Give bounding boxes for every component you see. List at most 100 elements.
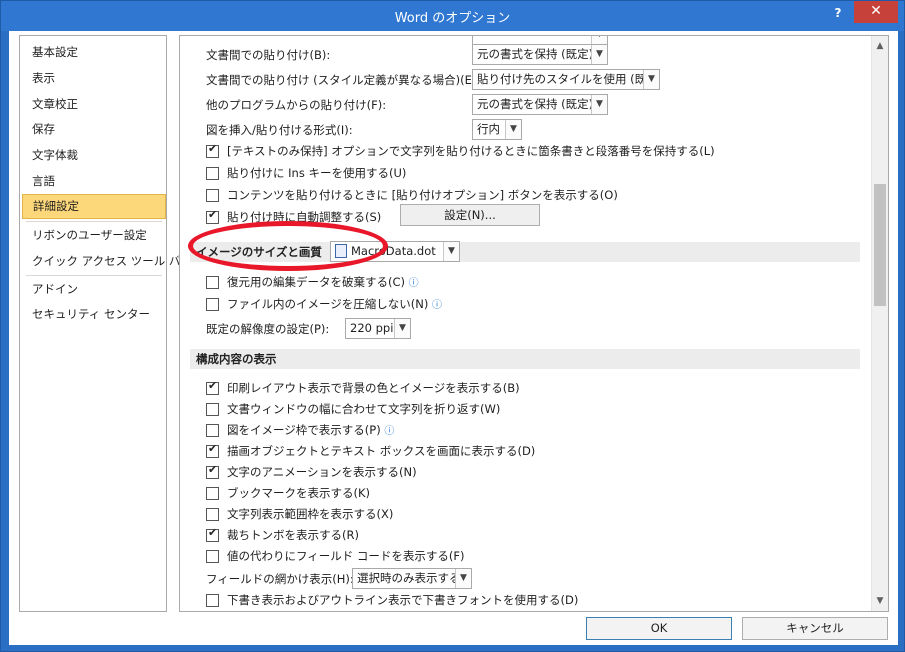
show-drawings-textboxes-checkbox[interactable]: [206, 442, 219, 458]
chevron-down-icon: ▼: [394, 319, 410, 338]
paste-style-conflict-label: 文書間での貼り付け (スタイル定義が異なる場合)(E):: [206, 73, 481, 87]
cancel-button[interactable]: キャンセル: [742, 617, 888, 640]
smart-cut-paste-label: 貼り付け時に自動調整する(S): [227, 210, 382, 224]
ok-button[interactable]: OK: [586, 617, 732, 640]
show-bookmarks-checkbox[interactable]: [206, 487, 219, 500]
show-paste-options-checkbox[interactable]: [206, 189, 219, 202]
picture-placeholders-label: 図をイメージ枠で表示する(P) ⓘ: [227, 420, 394, 440]
sidebar-item-display[interactable]: 表示: [22, 66, 166, 91]
sidebar-item-quick-access[interactable]: クイック アクセス ツール バー: [22, 249, 192, 274]
info-icon[interactable]: ⓘ: [409, 278, 419, 289]
sidebar-divider: [26, 221, 162, 222]
field-shading-select[interactable]: 選択時のみ表示する ▼: [352, 568, 472, 589]
select-value: 元の書式を保持 (既定): [477, 97, 594, 111]
show-crop-marks-label: 裁ちトンボを表示する(R): [227, 528, 359, 542]
paste-style-conflict-select[interactable]: 貼り付け先のスタイルを使用 (既定) ▼: [472, 69, 660, 90]
use-insert-key-label: 貼り付けに Ins キーを使用する(U): [227, 166, 407, 180]
chevron-down-icon: ▼: [505, 120, 521, 139]
sidebar-item-basic[interactable]: 基本設定: [22, 40, 166, 65]
sidebar-item-advanced[interactable]: 詳細設定: [22, 194, 166, 219]
section-title: 構成内容の表示: [196, 352, 277, 366]
show-text-animation-checkbox[interactable]: [206, 463, 219, 479]
close-icon: ✕: [870, 3, 882, 19]
use-draft-font-checkbox[interactable]: [206, 594, 219, 607]
sidebar-divider: [26, 275, 162, 276]
smart-paste-settings-button[interactable]: 設定(N)...: [400, 204, 540, 226]
sidebar-item-addins[interactable]: アドイン: [22, 277, 166, 302]
paste-other-programs-select[interactable]: 元の書式を保持 (既定) ▼: [472, 94, 608, 115]
scroll-down-icon[interactable]: ▼: [872, 593, 888, 609]
scroll-up-icon[interactable]: ▲: [872, 38, 888, 54]
paste-between-docs-label: 文書間での貼り付け(B):: [206, 48, 331, 62]
checkbox-text: 図をイメージ枠で表示する(P): [227, 423, 381, 437]
show-drawings-textboxes-label: 描画オブジェクトとテキスト ボックスを画面に表示する(D): [227, 444, 536, 458]
wrap-text-window-label: 文書ウィンドウの幅に合わせて文字列を折り返す(W): [227, 402, 501, 416]
keep-bullets-label: [テキストのみ保持] オプションで文字列を貼り付けるときに箇条書きと段落番号を保…: [227, 144, 715, 158]
picture-placeholders-checkbox[interactable]: [206, 424, 219, 437]
default-resolution-select[interactable]: 220 ppi ▼: [345, 318, 411, 339]
smart-cut-paste-checkbox[interactable]: [206, 208, 219, 224]
show-background-colors-checkbox[interactable]: [206, 379, 219, 395]
insert-picture-as-select[interactable]: 行内 ▼: [472, 119, 522, 140]
wrap-text-window-checkbox[interactable]: [206, 403, 219, 416]
show-paste-options-label: コンテンツを貼り付けるときに [貼り付けオプション] ボタンを表示する(O): [227, 188, 618, 202]
default-resolution-label: 既定の解像度の設定(P):: [206, 322, 330, 336]
chevron-down-icon: ▼: [455, 569, 471, 588]
show-document-content-header: 構成内容の表示: [190, 349, 860, 369]
chevron-down-icon: ▼: [591, 45, 607, 64]
select-value: MacroData.dot: [351, 244, 436, 258]
no-compress-images-checkbox[interactable]: [206, 298, 219, 311]
chevron-down-icon: ▼: [643, 70, 659, 89]
info-icon[interactable]: ⓘ: [384, 426, 394, 437]
keep-bullets-checkbox[interactable]: [206, 142, 219, 158]
section-title: イメージのサイズと画質: [196, 245, 322, 259]
show-field-codes-label: 値の代わりにフィールド コードを表示する(F): [227, 549, 465, 563]
content-scrollbar[interactable]: ▲ ▼: [871, 36, 888, 611]
title-bar: Word のオプション ? ✕: [1, 1, 904, 31]
options-content: ▼ 文書間での貼り付け(B): 元の書式を保持 (既定) ▼ 文書間での貼り付け…: [179, 35, 889, 612]
info-icon[interactable]: ⓘ: [432, 300, 442, 311]
options-sidebar: 基本設定 表示 文章校正 保存 文字体裁 言語 詳細設定 リボンのユーザー設定 …: [19, 35, 192, 612]
sidebar-item-customize-ribbon[interactable]: リボンのユーザー設定: [22, 223, 166, 248]
show-bookmarks-label: ブックマークを表示する(K): [227, 486, 371, 500]
show-background-colors-label: 印刷レイアウト表示で背景の色とイメージを表示する(B): [227, 381, 520, 395]
select-value: 220 ppi: [350, 321, 394, 335]
show-text-animation-label: 文字のアニメーションを表示する(N): [227, 465, 417, 479]
scroll-thumb[interactable]: [874, 184, 886, 306]
show-text-boundaries-label: 文字列表示範囲枠を表示する(X): [227, 507, 394, 521]
sidebar-item-trust-center[interactable]: セキュリティ センター: [22, 302, 166, 327]
show-crop-marks-checkbox[interactable]: [206, 526, 219, 542]
discard-editing-data-checkbox[interactable]: [206, 276, 219, 289]
insert-picture-as-label: 図を挿入/貼り付ける形式(I):: [206, 123, 353, 137]
chevron-down-icon: ▼: [591, 36, 607, 44]
sidebar-item-save[interactable]: 保存: [22, 117, 166, 142]
dialog-title: Word のオプション: [394, 11, 511, 26]
image-document-select[interactable]: MacroData.dot ▼: [330, 241, 460, 262]
discard-editing-data-label: 復元用の編集データを破棄する(C) ⓘ: [227, 272, 419, 292]
no-compress-images-label: ファイル内のイメージを圧縮しない(N) ⓘ: [227, 294, 442, 314]
select-value: 貼り付け先のスタイルを使用 (既定): [477, 72, 660, 86]
checkbox-text: ファイル内のイメージを圧縮しない(N): [227, 297, 429, 311]
chevron-down-icon: ▼: [443, 242, 459, 261]
sidebar-item-proofing[interactable]: 文章校正: [22, 92, 166, 117]
select-value: 元の書式を保持 (既定): [477, 47, 594, 61]
field-shading-label: フィールドの網かけ表示(H):: [206, 572, 354, 586]
word-options-dialog: Word のオプション ? ✕ 基本設定 表示 文章校正 保存 文字体裁 言語 …: [0, 0, 905, 652]
select-value: 行内: [477, 122, 500, 136]
document-icon: [335, 243, 347, 258]
image-size-quality-header: イメージのサイズと画質: [190, 242, 860, 262]
help-button[interactable]: ?: [827, 3, 849, 25]
sidebar-item-typography[interactable]: 文字体裁: [22, 143, 166, 168]
paste-between-docs-select[interactable]: 元の書式を保持 (既定) ▼: [472, 44, 608, 65]
dialog-body: 基本設定 表示 文章校正 保存 文字体裁 言語 詳細設定 リボンのユーザー設定 …: [9, 31, 898, 645]
select-value: 選択時のみ表示する: [357, 571, 461, 585]
paste-other-programs-label: 他のプログラムからの貼り付け(F):: [206, 98, 387, 112]
sidebar-item-language[interactable]: 言語: [22, 169, 166, 194]
checkbox-text: 復元用の編集データを破棄する(C): [227, 275, 406, 289]
use-insert-key-checkbox[interactable]: [206, 167, 219, 180]
use-draft-font-label: 下書き表示およびアウトライン表示で下書きフォントを使用する(D): [227, 593, 579, 607]
show-text-boundaries-checkbox[interactable]: [206, 508, 219, 521]
show-field-codes-checkbox[interactable]: [206, 550, 219, 563]
close-button[interactable]: ✕: [854, 1, 898, 23]
chevron-down-icon: ▼: [591, 95, 607, 114]
